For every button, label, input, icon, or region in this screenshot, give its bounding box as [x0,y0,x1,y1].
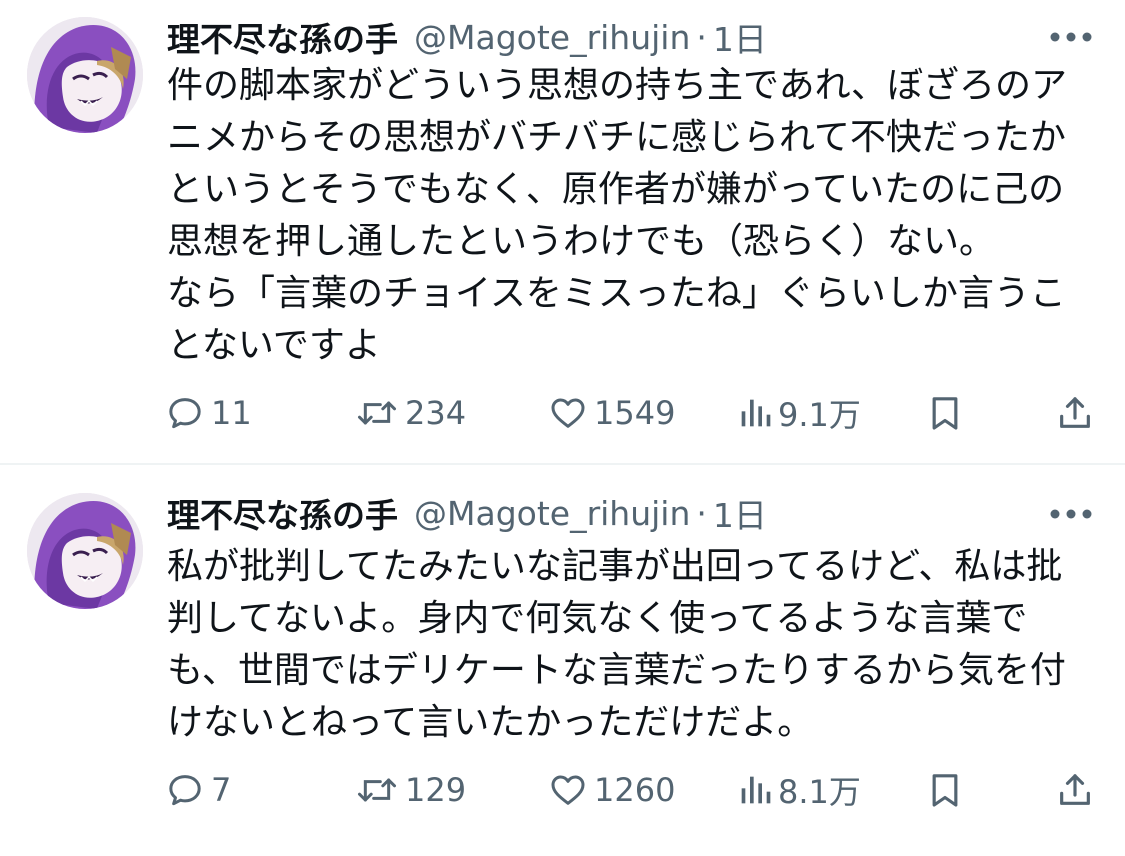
share-upload-icon [1060,774,1090,805]
author-name[interactable]: 理不尽な孫の手 [167,489,398,537]
views-count: 8.1万 [778,773,861,811]
tweet-text-line: けないとねって言いたかっただけだよ。 [167,702,814,743]
bar-chart-icon [741,776,771,804]
tweet-text-line: 判してないよ。身内で何気なく使ってるような言葉で [167,598,1028,639]
reply-button[interactable]: 11 [165,388,252,438]
retweet-button[interactable]: 129 [355,765,466,815]
bookmark-icon [932,397,958,430]
tweet-text-line: 件の脚本家がどういう思想の持ち主であれ、ぼざろのア [167,65,1068,106]
tweet[interactable]: 理不尽な孫の手 @Magote_rihujin · 1日 件の脚本家がどういう思… [0,0,1125,463]
like-count: 1549 [594,394,676,432]
bookmark-button[interactable] [925,388,965,438]
more-horizontal-icon[interactable] [1049,508,1093,520]
bookmark-icon [932,774,958,807]
views-button[interactable]: 8.1万 [738,765,861,815]
tweet-text-line: 私が批判してたみたいな記事が出回ってるけど、私は批 [167,546,1063,587]
reply-bubble-icon [169,398,201,429]
share-upload-icon [1060,397,1090,428]
tweet-actions: 7 129 1260 8.1万 [165,765,1095,815]
tweet-text-line: 思想を押し通したというわけでも（恐らく）ない。 [167,221,996,262]
reply-count: 11 [211,394,252,432]
retweet-count: 234 [405,394,467,432]
reply-button[interactable]: 7 [165,765,231,815]
bookmark-button[interactable] [925,765,965,815]
tweet-text: 私が批判してたみたいな記事が出回ってるけど、私は批 判してないよ。身内で何気なく… [167,541,1087,749]
retweet-arrows-icon [358,401,396,425]
like-button[interactable]: 1260 [548,765,675,815]
reply-bubble-icon [169,775,201,806]
tweet-text: 件の脚本家がどういう思想の持ち主であれ、ぼざろのア ニメからその思想がバチバチに… [167,60,1087,372]
tweet-text-line: ニメからその思想がバチバチに感じられて不快だったか [167,117,1066,158]
tweet-header: 理不尽な孫の手 @Magote_rihujin · 1日 [167,17,767,60]
views-button[interactable]: 9.1万 [738,388,861,438]
share-button[interactable] [1055,388,1095,438]
author-handle[interactable]: @Magote_rihujin [414,18,690,57]
tweet-actions: 11 234 1549 9.1万 [165,388,1095,438]
header-separator: · [696,493,707,533]
heart-icon [551,775,585,805]
retweet-button[interactable]: 234 [355,388,466,438]
tweet-text-line: とないですよ [167,325,381,366]
tweet-header: 理不尽な孫の手 @Magote_rihujin · 1日 [167,493,767,536]
more-horizontal-icon[interactable] [1049,31,1093,43]
author-handle[interactable]: @Magote_rihujin [414,494,690,533]
retweet-count: 129 [405,771,467,809]
like-button[interactable]: 1549 [548,388,675,438]
like-count: 1260 [594,771,676,809]
header-separator: · [696,17,707,57]
heart-icon [551,398,585,428]
share-button[interactable] [1055,765,1095,815]
retweet-arrows-icon [358,778,396,802]
tweet-text-line: なら「言葉のチョイスをミスったね」ぐらいしか言うこ [167,273,1066,314]
avatar-image [27,17,143,133]
bar-chart-icon [741,399,771,427]
tweet-text-line: も、世間ではデリケートな言葉だったりするから気を付 [167,650,1066,691]
tweet[interactable]: 理不尽な孫の手 @Magote_rihujin · 1日 私が批判してたみたいな… [0,465,1125,856]
avatar-image [27,493,143,609]
tweet-timestamp[interactable]: 1日 [713,489,767,537]
avatar[interactable] [27,493,143,609]
reply-count: 7 [211,771,232,809]
tweet-text-line: というとそうでもなく、原作者が嫌がっていたのに己の [167,169,1065,210]
avatar[interactable] [27,17,143,133]
author-name[interactable]: 理不尽な孫の手 [167,13,398,61]
tweet-timestamp[interactable]: 1日 [713,13,767,61]
views-count: 9.1万 [778,396,861,434]
